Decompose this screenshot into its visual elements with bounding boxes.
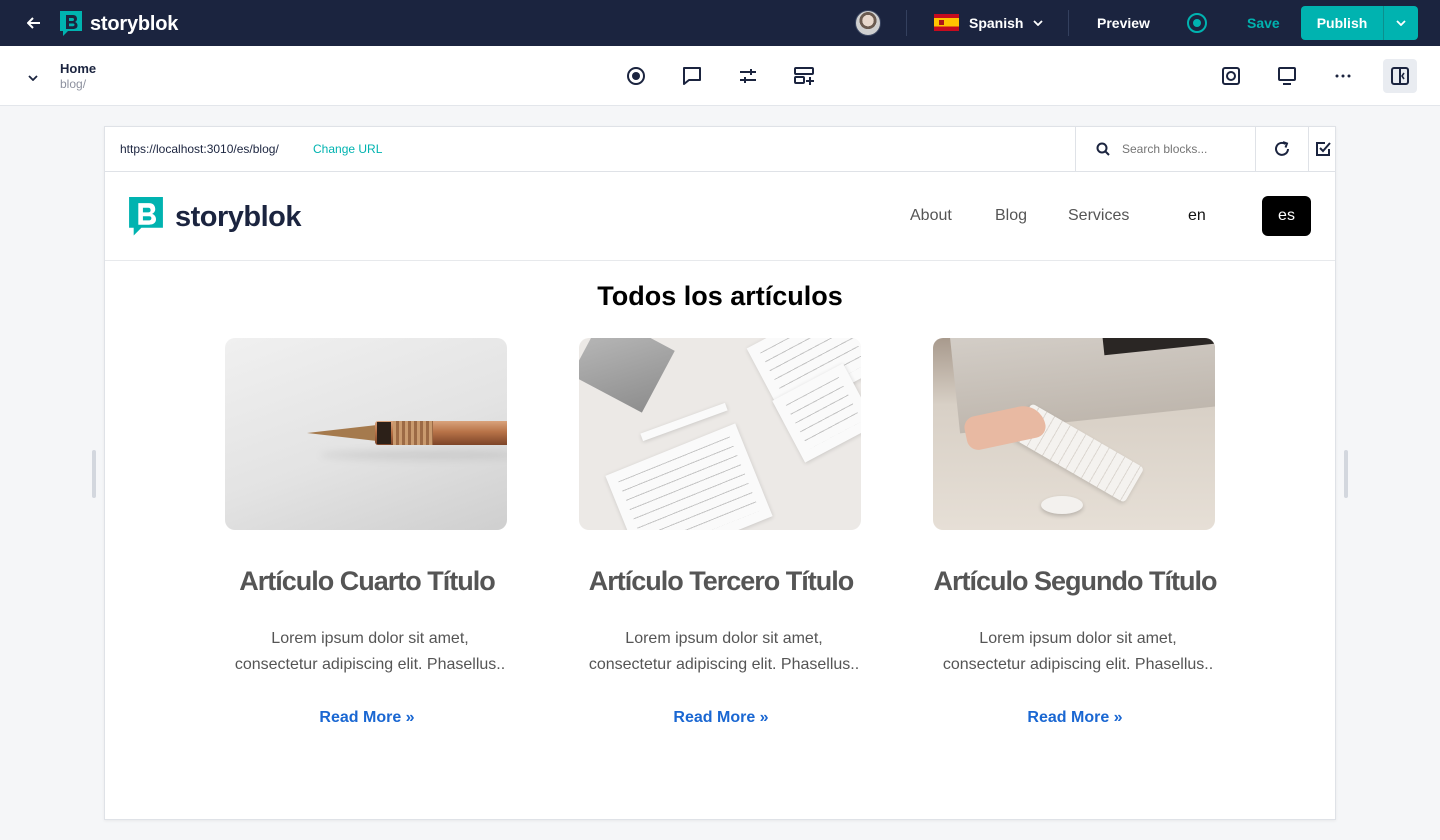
article-card: Artículo Cuarto Título Lorem ipsum dolor…: [225, 338, 509, 727]
desktop-icon[interactable]: [1276, 65, 1298, 87]
publish-dropdown-button[interactable]: [1383, 6, 1418, 40]
read-more-link[interactable]: Read More »: [225, 709, 509, 727]
article-title[interactable]: Artículo Cuarto Título: [225, 563, 509, 599]
section-title: Todos los artículos: [597, 281, 843, 311]
chevron-down-icon: [1033, 19, 1044, 26]
storyblok-logo-icon: [129, 197, 163, 236]
preview-url: https://localhost:3010/es/blog/: [120, 142, 279, 156]
brand-name: storyblok: [90, 12, 179, 35]
preview-frame: https://localhost:3010/es/blog/ Change U…: [104, 126, 1336, 820]
search-icon: [1096, 142, 1110, 156]
spain-flag-icon: [934, 14, 959, 31]
lang-en-link[interactable]: en: [1188, 207, 1206, 225]
more-icon[interactable]: [1332, 65, 1354, 87]
panel-toggle-icon[interactable]: [1383, 59, 1417, 93]
settings-sliders-icon[interactable]: [737, 65, 759, 87]
language-selector[interactable]: Spanish: [934, 14, 1044, 31]
chevron-down-icon: [1396, 20, 1406, 26]
save-button[interactable]: Save: [1247, 15, 1280, 31]
page-slug: blog/: [60, 77, 87, 91]
editor-toolbar: Home blog/: [0, 46, 1440, 106]
article-image-papers[interactable]: [579, 338, 861, 530]
article-excerpt: Lorem ipsum dolor sit amet, consectetur …: [588, 630, 860, 673]
article-card: Artículo Segundo Título Lorem ipsum dolo…: [933, 338, 1217, 727]
chevron-down-icon[interactable]: [28, 68, 38, 86]
lang-es-button[interactable]: es: [1262, 196, 1311, 236]
top-bar: storyblok Spanish Preview Save Publish: [0, 0, 1440, 46]
article-excerpt: Lorem ipsum dolor sit amet, consectetur …: [942, 630, 1214, 673]
article-excerpt: Lorem ipsum dolor sit amet, consectetur …: [234, 630, 506, 673]
change-url-link[interactable]: Change URL: [313, 142, 382, 156]
target-icon[interactable]: [625, 65, 647, 87]
add-block-icon[interactable]: [793, 65, 815, 87]
read-more-link[interactable]: Read More »: [579, 709, 863, 727]
site-brand-name: storyblok: [175, 200, 302, 233]
nav-blog[interactable]: Blog: [995, 207, 1027, 225]
site-logo[interactable]: storyblok: [129, 197, 302, 237]
user-avatar[interactable]: [855, 10, 881, 36]
resize-handle-left[interactable]: [92, 450, 96, 498]
page-title: Home: [60, 61, 97, 76]
checklist-button[interactable]: [1308, 127, 1335, 171]
comment-icon[interactable]: [681, 65, 703, 87]
preview-button[interactable]: Preview: [1097, 15, 1150, 31]
search-blocks-input[interactable]: [1122, 142, 1222, 156]
nav-services[interactable]: Services: [1068, 207, 1129, 225]
article-image-pen[interactable]: [225, 338, 507, 530]
article-title[interactable]: Artículo Tercero Título: [579, 563, 863, 599]
read-more-link[interactable]: Read More »: [933, 709, 1217, 727]
article-card: Artículo Tercero Título Lorem ipsum dolo…: [579, 338, 863, 727]
checkbox-icon: [1315, 142, 1331, 156]
divider: [1068, 10, 1069, 36]
back-arrow-icon[interactable]: [24, 13, 44, 33]
publish-button[interactable]: Publish: [1301, 6, 1383, 40]
status-indicator-icon[interactable]: [1187, 13, 1207, 33]
nav-about[interactable]: About: [910, 207, 952, 225]
app-logo[interactable]: storyblok: [60, 11, 178, 37]
screenshot-icon[interactable]: [1220, 65, 1242, 87]
resize-handle-right[interactable]: [1344, 450, 1348, 498]
refresh-icon: [1275, 141, 1289, 156]
article-title[interactable]: Artículo Segundo Título: [933, 563, 1218, 599]
url-bar: https://localhost:3010/es/blog/ Change U…: [105, 127, 1335, 172]
article-image-desk[interactable]: [933, 338, 1215, 530]
divider: [906, 10, 907, 36]
language-label: Spanish: [969, 14, 1024, 31]
site-header: storyblok About Blog Services en es: [105, 172, 1335, 261]
search-blocks: [1075, 127, 1255, 171]
refresh-button[interactable]: [1255, 127, 1308, 171]
storyblok-logo-icon: [60, 11, 82, 36]
